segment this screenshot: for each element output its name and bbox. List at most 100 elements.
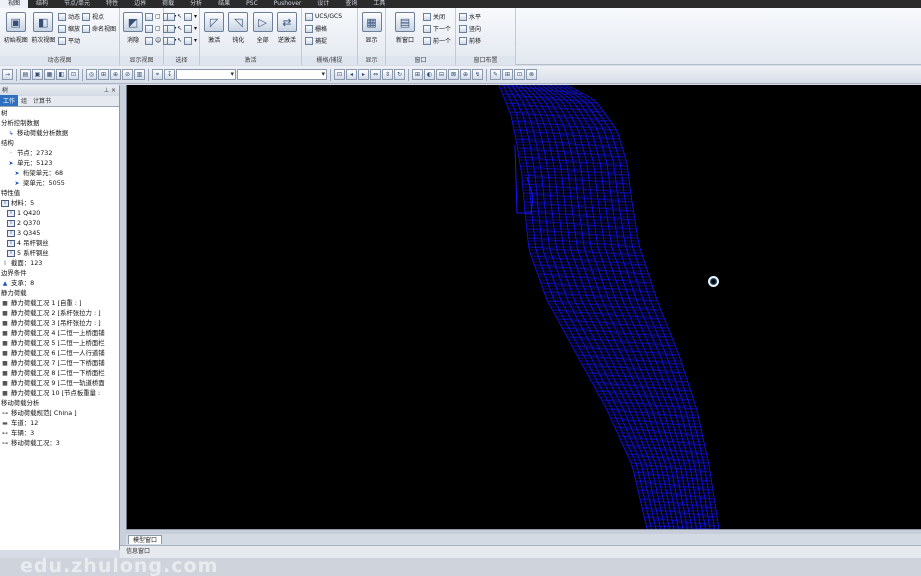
toolbar-button[interactable]: ⊗	[526, 69, 537, 80]
view-combo[interactable]	[176, 69, 236, 80]
ribbon-small-button[interactable]: ▾	[184, 12, 197, 21]
toolbar-button[interactable]: →	[2, 69, 13, 80]
toolbar-button[interactable]: ⊟	[436, 69, 447, 80]
ribbon-small-button[interactable]: 栅格	[305, 24, 342, 33]
tree-item[interactable]: ⊷ 车辆：3	[0, 428, 119, 438]
ribbon-small-button[interactable]: 缩放	[57, 24, 80, 33]
toolbar-button[interactable]: ⊕	[110, 69, 121, 80]
toolbar-button[interactable]: ⇔	[370, 69, 381, 80]
tree-item[interactable]: ➤ 梁单元：5055	[0, 178, 119, 188]
toolbar-button[interactable]: ↧	[164, 69, 175, 80]
menu-item[interactable]: 荷载	[154, 0, 182, 8]
tree-item[interactable]: ■ 静力荷载工况 2 [系杆张拉力 : ]	[0, 308, 119, 318]
tree-item[interactable]: 静力荷载	[0, 288, 119, 298]
ribbon-small-button[interactable]: 捕捉	[305, 36, 342, 45]
tree-item[interactable]: 特性值	[0, 188, 119, 198]
ribbon-small-button[interactable]: 竖向	[459, 24, 481, 33]
toolbar-button[interactable]: ▣	[32, 69, 43, 80]
menu-item[interactable]: 节点/单元	[56, 0, 98, 8]
tree-item[interactable]: ■ 静力荷载工况 5 [二恒一上桥面栏	[0, 338, 119, 348]
menu-item[interactable]: 设计	[309, 0, 337, 8]
ribbon-small-button[interactable]: 视点	[81, 12, 116, 21]
menu-item[interactable]: PSC	[238, 0, 266, 8]
tree-item[interactable]: ■ 静力荷载工况 6 [二恒一人行道铺	[0, 348, 119, 358]
toolbar-button[interactable]: ↻	[394, 69, 405, 80]
tree-item[interactable]: ➤ 桁架单元：68	[0, 168, 119, 178]
tree-item[interactable]: ■ 静力荷载工况 3 [吊杆张拉力 : ]	[0, 318, 119, 328]
ribbon-small-button[interactable]: UCS/GCS	[305, 12, 342, 21]
ribbon-small-button[interactable]: 前一个	[423, 36, 451, 45]
menu-item[interactable]: 结果	[210, 0, 238, 8]
menu-item[interactable]: 边界	[126, 0, 154, 8]
toolbar-button[interactable]: ▥	[134, 69, 145, 80]
ribbon-small-button[interactable]: 命名视图	[81, 24, 116, 33]
tree-item[interactable]: 树	[0, 108, 119, 118]
toolbar-button[interactable]: ◐	[424, 69, 435, 80]
tree-item[interactable]: Ⅰ 材料：5	[0, 198, 119, 208]
ribbon-small-button[interactable]: 动态	[57, 12, 80, 21]
ribbon-small-button[interactable]: 前移	[459, 36, 481, 45]
toolbar-button[interactable]: ⊕	[460, 69, 471, 80]
panel-tab[interactable]: 计算书	[30, 95, 54, 106]
menu-item[interactable]: 工具	[365, 0, 393, 8]
panel-tab[interactable]: 工作	[0, 95, 19, 106]
tree-item[interactable]: ■ 静力荷载工况 10 [节点板重量 :	[0, 388, 119, 398]
toolbar-button[interactable]: ◂	[346, 69, 357, 80]
toolbar-button[interactable]: ⊡	[514, 69, 525, 80]
toolbar-button[interactable]: ⊞	[412, 69, 423, 80]
toolbar-button[interactable]: ▤	[20, 69, 31, 80]
tree-item[interactable]: ↳ 移动荷载分析数据	[0, 128, 119, 138]
tree-item[interactable]: ■ 静力荷载工况 8 [二恒一下桥面栏	[0, 368, 119, 378]
ribbon-small-button[interactable]: ▢	[145, 12, 161, 21]
ribbon-small-button[interactable]: 平动	[57, 36, 80, 45]
ribbon-small-button[interactable]: 关闭	[423, 12, 451, 21]
toolbar-button[interactable]: ◎	[86, 69, 97, 80]
menu-item[interactable]: 分析	[182, 0, 210, 8]
panel-tab[interactable]: 组	[18, 95, 30, 106]
toolbar-button[interactable]: ◧	[56, 69, 67, 80]
tree-item[interactable]: 分析控制数据	[0, 118, 119, 128]
tree-item[interactable]: ■ 静力荷载工况 1 [自重 : ]	[0, 298, 119, 308]
tree-item[interactable]: ➤ 单元：5123	[0, 158, 119, 168]
tree-item[interactable]: Ⅰ5 系杆钢丝	[0, 248, 119, 258]
tree-item[interactable]: 移动荷载分析	[0, 398, 119, 408]
ribbon-small-button[interactable]: ▾	[184, 24, 197, 33]
selection-combo[interactable]	[237, 69, 327, 80]
tree-item[interactable]: 边界条件	[0, 268, 119, 278]
toolbar-button[interactable]: ✎	[490, 69, 501, 80]
tree-item[interactable]: ⊶ 移动荷载工况：3	[0, 438, 119, 448]
tree-item[interactable]: ▬ 车道：12	[0, 418, 119, 428]
tree-item[interactable]: ⊶ 移动荷载规范[ China ]	[0, 408, 119, 418]
ribbon-small-button[interactable]: ↖	[167, 12, 182, 21]
panel-pin-icon[interactable]: ⊥ ×	[104, 85, 116, 96]
toolbar-button[interactable]: ▦	[44, 69, 55, 80]
ribbon-small-button[interactable]: ↖	[167, 36, 182, 45]
tree-item[interactable]: Ⅰ2 Q370	[0, 218, 119, 228]
toolbar-button[interactable]: ▸	[358, 69, 369, 80]
tree-item[interactable]: ■ 静力荷载工况 9 [二恒一轨道桥面	[0, 378, 119, 388]
ribbon-small-button[interactable]: ▾	[184, 36, 197, 45]
toolbar-button[interactable]: ⊘	[122, 69, 133, 80]
tree-item[interactable]: Ⅰ1 Q420	[0, 208, 119, 218]
tree-item[interactable]: I 截面：123	[0, 258, 119, 268]
menu-item[interactable]: 视图	[0, 0, 29, 8]
tree-item[interactable]: ■ 静力荷载工况 7 [二恒一下桥面铺	[0, 358, 119, 368]
toolbar-button[interactable]: ⊡	[68, 69, 79, 80]
toolbar-button[interactable]: ⊞	[98, 69, 109, 80]
toolbar-button[interactable]: ⌖	[152, 69, 163, 80]
tree-item[interactable]: · 节点：2732	[0, 148, 119, 158]
tree-item[interactable]: 结构	[0, 138, 119, 148]
toolbar-button[interactable]: ⊡	[334, 69, 345, 80]
toolbar-button[interactable]: ⊞	[502, 69, 513, 80]
ribbon-small-button[interactable]: ▢	[145, 24, 161, 33]
tree-item[interactable]: ■ 静力荷载工况 4 [二恒一上桥面铺	[0, 328, 119, 338]
ribbon-small-button[interactable]: ☺	[145, 36, 161, 45]
tree-item[interactable]: Ⅰ4 吊杆钢丝	[0, 238, 119, 248]
tab-model-window[interactable]: 模型窗口	[128, 535, 163, 544]
ribbon-small-button[interactable]: ↖	[167, 24, 182, 33]
tree-item[interactable]: ▲ 支承：8	[0, 278, 119, 288]
toolbar-button[interactable]: ⇕	[382, 69, 393, 80]
ribbon-small-button[interactable]: 下一个	[423, 24, 451, 33]
menu-item[interactable]: 特性	[98, 0, 126, 8]
menu-item[interactable]: 查询	[337, 0, 365, 8]
